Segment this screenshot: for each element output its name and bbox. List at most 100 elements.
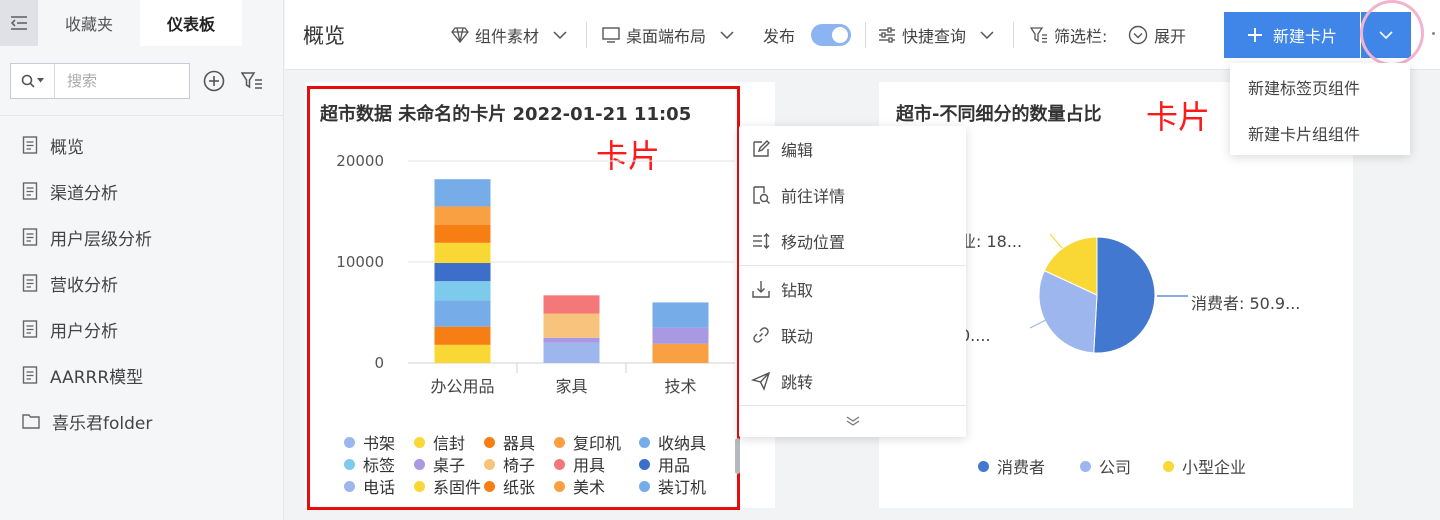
bar-segment [434, 224, 491, 243]
menu-item-linkage[interactable]: 联动 [739, 312, 966, 358]
legend-item[interactable]: 消费者 [978, 454, 1045, 478]
legend-swatch [484, 480, 495, 492]
sidebar-item-aarrr-model[interactable]: AARRR模型 [0, 352, 283, 398]
legend-label: 用品 [658, 456, 691, 475]
legend-item[interactable]: 系固件 [414, 474, 481, 498]
chevron-down-icon [720, 31, 734, 39]
y-tick-label: 20000 [336, 152, 384, 170]
menu-item-jump[interactable]: 跳转 [739, 358, 966, 404]
legend-label: 美术 [573, 478, 606, 497]
sidebar-item-label: AARRR模型 [50, 367, 144, 388]
search-input[interactable] [55, 71, 185, 90]
double-chevron-down-icon [846, 416, 859, 426]
legend-item[interactable]: 小型企业 [1163, 454, 1246, 478]
document-icon [22, 182, 38, 200]
filter-list-button[interactable] [238, 67, 266, 95]
folder-icon [22, 414, 40, 429]
legend-item[interactable]: 标签 [344, 452, 395, 476]
publish-toggle[interactable] [811, 24, 852, 46]
sidebar-item-label: 喜乐君folder [52, 413, 153, 434]
sidebar-search-row [0, 46, 283, 116]
tab-favorites[interactable]: 收藏夹 [38, 0, 140, 46]
card-title: 超市-不同细分的数量占比 [896, 104, 1102, 125]
leader-line [1049, 233, 1063, 249]
legend-swatch [978, 460, 989, 472]
menu-item-label: 钻取 [781, 281, 814, 300]
expand-button[interactable]: 展开 [1128, 22, 1186, 48]
collapse-icon [10, 16, 27, 30]
tab-dashboard[interactable]: 仪表板 [140, 0, 242, 46]
legend-label: 小型企业 [1182, 458, 1247, 477]
sidebar-item-label: 用户分析 [50, 321, 118, 342]
monitor-icon [602, 27, 620, 43]
new-card-button[interactable]: 新建卡片 [1224, 12, 1360, 58]
sidebar-item-user-analysis[interactable]: 用户分析 [0, 306, 283, 352]
y-tick-label: 0 [374, 354, 384, 372]
legend-swatch [344, 436, 355, 448]
bar-segment [434, 179, 491, 207]
legend-item[interactable]: 信封 [414, 430, 465, 454]
sidebar: 收藏夹 仪表板 搜索 概览 渠道分析 用户层级分析 营收分析 用户分析 AARR… [0, 0, 284, 520]
legend-label: 系固件 [433, 478, 482, 497]
legend-item[interactable]: 器具 [484, 430, 535, 454]
leader-line [1029, 319, 1047, 329]
legend-item[interactable]: 纸张 [484, 474, 535, 498]
search-icon [21, 74, 35, 88]
sliders-icon [879, 27, 895, 43]
legend-item[interactable]: 收纳具 [639, 430, 706, 454]
collapse-sidebar-button[interactable] [0, 0, 38, 46]
legend-label: 用具 [573, 456, 606, 475]
pie-label-consumer: 消费者: 50.9... [1191, 294, 1301, 313]
legend-label: 公司 [1099, 458, 1132, 477]
card-title: 超市数据 未命名的卡片 2022-01-21 11:05 [320, 104, 692, 125]
legend-label: 椅子 [503, 456, 536, 475]
sidebar-item-folder[interactable]: 喜乐君folder [0, 398, 283, 444]
desktop-layout-dropdown[interactable]: 桌面端布局 [602, 22, 734, 48]
legend-item[interactable]: 公司 [1080, 454, 1131, 478]
menu-item-move-position[interactable]: 移动位置 [739, 218, 966, 264]
quick-query-dropdown[interactable]: 快捷查询 [878, 22, 994, 48]
legend-label: 纸张 [503, 478, 536, 497]
legend-item[interactable]: 书架 [344, 430, 395, 454]
publish-label: 发布 [763, 27, 796, 46]
legend-item[interactable]: 美术 [554, 474, 605, 498]
add-button[interactable] [200, 67, 228, 95]
legend-swatch [1163, 460, 1174, 472]
legend-label: 书架 [363, 434, 396, 453]
document-icon [22, 228, 38, 246]
legend-item[interactable]: 用具 [554, 452, 605, 476]
legend-item[interactable]: 用品 [639, 452, 690, 476]
sidebar-item-user-tier-analysis[interactable]: 用户层级分析 [0, 214, 283, 260]
legend-item[interactable]: 椅子 [484, 452, 535, 476]
menu-item-new-card-group-component[interactable]: 新建卡片组组件 [1248, 121, 1360, 145]
menu-item-label: 联动 [781, 327, 814, 346]
sidebar-item-revenue-analysis[interactable]: 营收分析 [0, 260, 283, 306]
bar-segment [652, 343, 709, 363]
sidebar-tabs: 收藏夹 仪表板 [0, 0, 283, 46]
search-scope-dropdown[interactable] [11, 63, 55, 98]
menu-item-drill-down[interactable]: 钻取 [739, 266, 966, 312]
legend-item[interactable]: 复印机 [554, 430, 621, 454]
more-dot [1432, 32, 1435, 35]
component-material-dropdown[interactable]: 组件素材 [451, 22, 567, 48]
menu-expand-more-button[interactable] [739, 408, 966, 434]
document-icon [22, 136, 38, 154]
legend-item[interactable]: 电话 [344, 474, 395, 498]
menu-item-go-to-details[interactable]: 前往详情 [739, 172, 966, 218]
document-icon [22, 366, 38, 384]
legend-swatch [554, 436, 565, 448]
legend-item[interactable]: 桌子 [414, 452, 465, 476]
legend-label: 复印机 [573, 434, 622, 453]
bar-segment [543, 342, 600, 363]
card-scrollbar[interactable] [735, 438, 740, 474]
edit-icon [753, 140, 770, 157]
menu-item-new-tab-component[interactable]: 新建标签页组件 [1248, 75, 1360, 99]
x-tick-label: 家具 [555, 377, 587, 396]
legend-label: 标签 [363, 456, 396, 475]
menu-item-edit[interactable]: 编辑 [739, 126, 966, 172]
legend-item[interactable]: 装订机 [639, 474, 706, 498]
card-context-menu: 编辑 前往详情 移动位置 钻取 联动 跳转 [739, 126, 966, 437]
send-icon [751, 371, 771, 391]
sidebar-item-channel-analysis[interactable]: 渠道分析 [0, 168, 283, 214]
sidebar-item-overview[interactable]: 概览 [0, 122, 283, 168]
